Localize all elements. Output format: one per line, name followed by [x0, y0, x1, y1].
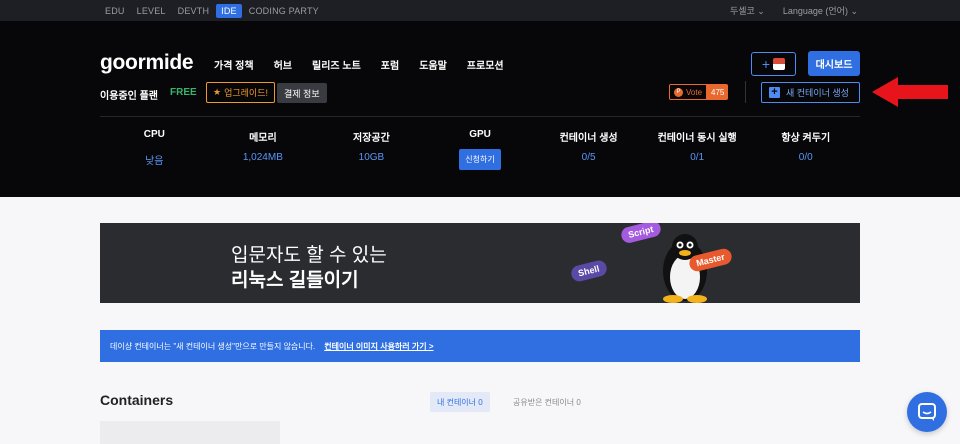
stat-key: 저장공간 — [353, 133, 390, 144]
stat-memory: 메모리 1,024MB — [209, 129, 318, 170]
stat-key: 항상 켜두기 — [781, 133, 831, 144]
info-bar: 데이샹 컨테이너는 "새 컨테이너 생성"만으로 만들지 않습니다. 컨테이너 … — [100, 330, 860, 362]
stat-key: CPU — [143, 129, 165, 140]
top-strip: EDU LEVEL DEVTH IDE CODING PARTY 두셀코 ⌄ L… — [0, 0, 960, 21]
topnav-ide[interactable]: IDE — [216, 3, 242, 18]
stat-container-create: 컨테이너 생성 0/5 — [534, 129, 643, 170]
nav-hub[interactable]: 허브 — [274, 57, 292, 72]
divider — [745, 81, 746, 103]
tab-shared-containers[interactable]: 공유받은 컨테이너 0 — [513, 392, 581, 412]
topnav-devth[interactable]: DEVTH — [173, 4, 215, 18]
plus-icon: + — [761, 56, 771, 72]
resource-stats: CPU 낮음 메모리 1,024MB 저장공간 10GB GPU 신청하기 컨테이너 생… — [100, 129, 860, 170]
nav-forum[interactable]: 포럼 — [381, 57, 399, 72]
promo-banner[interactable]: 입문자도 할 수 있는 리눅스 길들이기 Script Shell Master — [100, 223, 860, 303]
stat-storage: 저장공간 10GB — [317, 129, 426, 170]
upgrade-button[interactable]: ★ 업그레이드! — [206, 82, 275, 103]
create-container-button[interactable]: + 새 컨테이너 생성 — [761, 82, 860, 103]
chat-icon — [918, 403, 936, 421]
plus-icon: + — [769, 87, 780, 98]
chat-button[interactable] — [907, 392, 947, 432]
stat-value: 0/5 — [581, 152, 596, 163]
container-card-placeholder — [100, 421, 280, 444]
gpu-apply-button[interactable]: 신청하기 — [459, 149, 501, 170]
star-icon: ★ — [213, 87, 222, 97]
stat-value: 0/0 — [798, 152, 813, 163]
upgrade-label: 업그레이드! — [224, 88, 268, 98]
stat-key: 컨테이너 동시 실행 — [657, 133, 737, 144]
top-right: 두셀코 ⌄ Language (언어) ⌄ — [730, 0, 858, 21]
topnav-level[interactable]: LEVEL — [132, 4, 171, 18]
vote-icon: P — [674, 87, 683, 97]
top-nav: EDU LEVEL DEVTH IDE CODING PARTY — [100, 0, 324, 21]
container-image-link[interactable]: 컨테이너 이미지 사용하러 가기 > — [324, 341, 433, 352]
plan-label: 이용중인 플랜 — [100, 91, 158, 102]
arrow-icon — [872, 77, 948, 107]
stat-value: 0/1 — [690, 152, 705, 163]
payment-info-button[interactable]: 결제 정보 — [277, 83, 327, 103]
stat-key: GPU — [469, 129, 491, 140]
stat-key: 컨테이너 생성 — [559, 133, 618, 144]
stat-always-on: 항상 켜두기 0/0 — [751, 129, 860, 170]
add-button[interactable]: + — [751, 52, 796, 76]
tab-my-containers[interactable]: 내 컨테이너 0 — [430, 392, 490, 412]
main-nav: 가격 정책 허브 릴리즈 노트 포럼 도움말 프로모션 — [214, 57, 504, 72]
banner-line1: 입문자도 할 수 있는 — [231, 245, 387, 266]
stat-value: 낮음 — [145, 156, 164, 167]
info-text: 데이샹 컨테이너는 "새 컨테이너 생성"만으로 만들지 않습니다. — [110, 341, 316, 351]
vote-label-box: P Vote — [669, 84, 708, 100]
containers-title: Containers — [100, 392, 174, 408]
avatar — [773, 58, 786, 70]
topnav-edu[interactable]: EDU — [100, 4, 130, 18]
banner-line2: 리눅스 길들이기 — [231, 270, 359, 291]
user-menu[interactable]: 두셀코 ⌄ — [730, 4, 765, 17]
vote-count: 475 — [707, 84, 729, 100]
stat-concurrent-run: 컨테이너 동시 실행 0/1 — [643, 129, 752, 170]
language-menu[interactable]: Language (언어) ⌄ — [783, 4, 858, 17]
vote-badge[interactable]: P Vote 475 — [669, 84, 729, 100]
nav-promotion[interactable]: 프로모션 — [467, 57, 504, 72]
topnav-coding-party[interactable]: CODING PARTY — [244, 4, 324, 18]
hero-header: goormide 가격 정책 허브 릴리즈 노트 포럼 도움말 프로모션 + 대… — [0, 21, 960, 197]
goormide-logo[interactable]: goormide — [100, 51, 194, 75]
stat-key: 메모리 — [249, 133, 277, 144]
dashboard-button[interactable]: 대시보드 — [808, 51, 860, 76]
stat-cpu: CPU 낮음 — [100, 129, 209, 170]
nav-pricing[interactable]: 가격 정책 — [214, 57, 254, 72]
create-container-label: 새 컨테이너 생성 — [786, 88, 849, 98]
nav-help[interactable]: 도움말 — [419, 57, 447, 72]
divider — [100, 116, 860, 117]
stat-value: 10GB — [358, 152, 385, 163]
stat-gpu: GPU 신청하기 — [426, 129, 535, 170]
plan-value: FREE — [170, 87, 197, 98]
nav-release-notes[interactable]: 릴리즈 노트 — [312, 57, 361, 72]
stat-value: 1,024MB — [242, 152, 283, 163]
vote-label: Vote — [686, 87, 703, 97]
tag-shell: Shell — [569, 258, 608, 284]
